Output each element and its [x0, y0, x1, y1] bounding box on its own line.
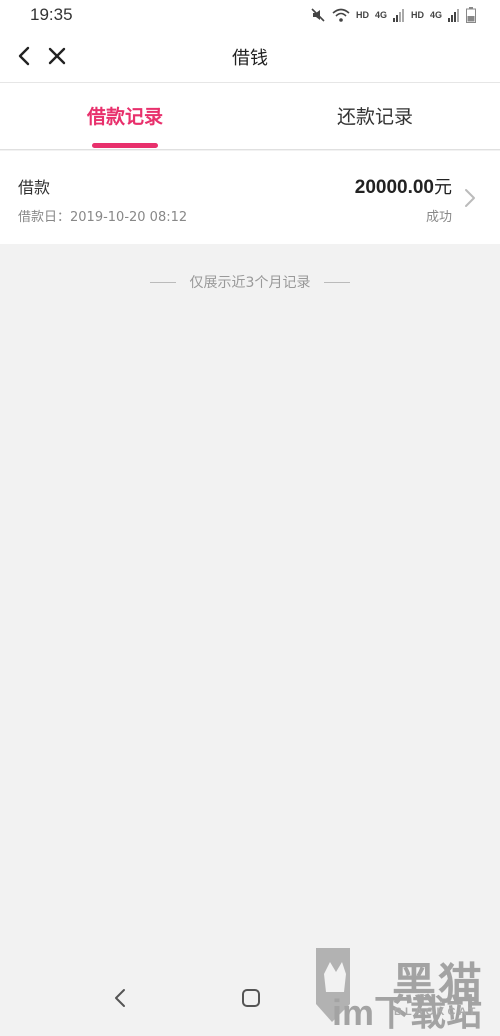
signal-icon [392, 9, 404, 22]
signal-icon-2 [448, 9, 459, 22]
tab-borrow-records[interactable]: 借款记录 [0, 83, 250, 149]
status-bar: 19:35 HD 4G HD 4G [0, 0, 500, 30]
battery-icon [466, 7, 476, 23]
network-type-2: 4G [429, 10, 442, 20]
record-type: 借款 [18, 178, 51, 197]
record-tabs: 借款记录 还款记录 [0, 83, 500, 150]
system-home-icon[interactable] [240, 987, 262, 1009]
system-back-icon[interactable] [112, 988, 130, 1008]
wifi-icon [332, 8, 350, 22]
status-time: 19:35 [30, 5, 73, 24]
hd-indicator: HD [355, 10, 369, 20]
chevron-right-icon [465, 189, 475, 207]
amount-value: 20000.00 [354, 177, 434, 198]
amount-unit: 元 [434, 177, 452, 197]
status-badge: 成功 [425, 210, 452, 225]
watermark-text-3: BLACKCAT [394, 1006, 479, 1018]
hd-indicator-2: HD [410, 10, 424, 20]
divider [324, 281, 351, 283]
status-icons: HD 4G HD 4G [310, 5, 476, 25]
tab-repay-records[interactable]: 还款记录 [250, 83, 500, 149]
watermark: 黑猫 im下载站 BLACKCAT [310, 944, 500, 1033]
record-amount: 20000.00元 [355, 173, 452, 199]
network-type: 4G [374, 10, 387, 20]
mute-icon [311, 8, 325, 22]
note-text: 仅展示近3个月记录 [189, 275, 311, 291]
tab-label: 借款记录 [86, 106, 163, 128]
active-tab-indicator [92, 143, 158, 148]
page-title: 借钱 [232, 48, 268, 69]
tab-label: 还款记录 [336, 106, 413, 128]
divider [149, 281, 176, 283]
record-date: 借款日：2019-10-20 08:12 [18, 210, 188, 225]
list-item[interactable]: 借款 借款日：2019-10-20 08:12 20000.00元 成功 [0, 151, 500, 244]
nav-bar: 借钱 [0, 30, 500, 83]
records-range-note: 仅展示近3个月记录 [0, 272, 500, 292]
